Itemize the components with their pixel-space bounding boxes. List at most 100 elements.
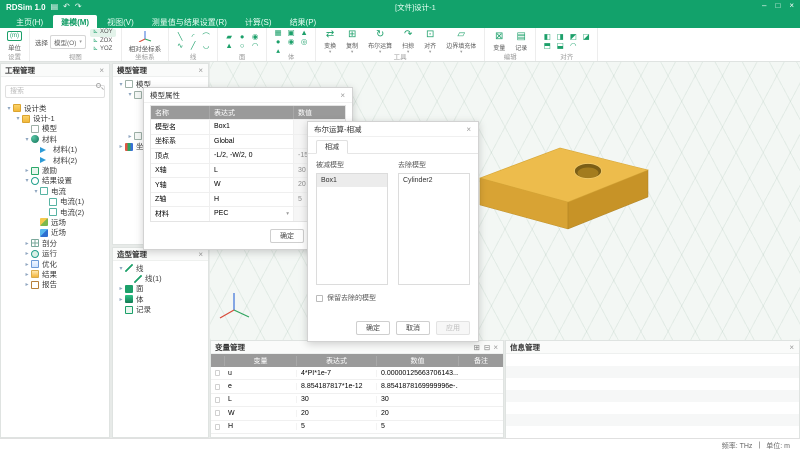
variable-expr-cell[interactable]: 5 — [296, 423, 376, 430]
menu-tab[interactable]: 主页(H) — [8, 15, 51, 28]
line-tool-icon[interactable]: ╲ — [178, 33, 183, 41]
property-expr-cell[interactable]: L — [209, 164, 293, 178]
property-expr-cell[interactable]: W — [209, 178, 293, 192]
solid-tool-icon[interactable]: ▲ — [300, 29, 307, 37]
tab-subtract[interactable]: 相减 — [316, 140, 348, 154]
close-icon[interactable]: × — [465, 125, 472, 134]
face-tool-icon[interactable]: ◉ — [252, 33, 259, 41]
menu-tab[interactable]: 计算(S) — [237, 15, 280, 28]
tree-item[interactable]: ▾ 结果设置 — [1, 176, 109, 186]
search-input[interactable] — [5, 85, 105, 98]
close-icon[interactable]: × — [339, 91, 346, 100]
line-tool-icon[interactable]: ╱ — [191, 42, 196, 50]
ok-button[interactable]: 确定 — [270, 229, 304, 243]
solid-tool-icon[interactable]: ● — [276, 38, 281, 46]
solid-tool-icon[interactable]: ▦ — [275, 29, 282, 37]
menu-tab[interactable]: 视图(V) — [99, 15, 142, 28]
row-checkbox[interactable] — [215, 370, 220, 376]
undo-icon[interactable]: ↶ — [63, 2, 70, 12]
table-row[interactable]: W 20 20 — [211, 407, 503, 420]
tree-item[interactable]: 远场 — [1, 217, 109, 227]
property-expr-cell[interactable]: Box1 — [209, 120, 293, 134]
edit-button[interactable]: ⊠ 变量 — [490, 31, 508, 52]
property-expr-cell[interactable]: Global — [209, 135, 293, 149]
maximize-button[interactable]: □ — [775, 1, 780, 10]
expander-icon[interactable]: ▾ — [5, 105, 13, 112]
tree-item[interactable]: 记录 — [113, 305, 208, 315]
expander-icon[interactable]: ▸ — [23, 261, 31, 268]
expander-icon[interactable]: ▸ — [23, 167, 31, 174]
row-checkbox[interactable] — [215, 424, 220, 430]
tree-item[interactable]: ▾ 设计类 — [1, 103, 109, 113]
align-tool-icon[interactable]: ⬒ — [544, 42, 551, 50]
table-row[interactable]: u 4*PI*1e-7 0.00000125663706143... — [211, 367, 503, 380]
row-checkbox[interactable] — [215, 410, 220, 416]
variable-expr-cell[interactable]: 8.854187817*1e-12 — [296, 383, 376, 390]
expander-icon[interactable]: ▸ — [23, 250, 31, 257]
close-button[interactable]: × — [789, 1, 794, 10]
tree-item[interactable]: ▸ 体 — [113, 294, 208, 304]
align-tool-icon[interactable]: ⬓ — [557, 42, 564, 50]
close-icon[interactable]: × — [788, 343, 795, 352]
tree-item[interactable]: 近场 — [1, 228, 109, 238]
menu-tab[interactable]: 结果(P) — [282, 15, 325, 28]
tree-item[interactable]: 线(1) — [113, 273, 208, 283]
expander-icon[interactable]: ▸ — [23, 271, 31, 278]
remove-model-list[interactable]: Cylinder2 — [398, 173, 470, 285]
line-tool-icon[interactable]: ∿ — [177, 42, 183, 50]
expander-icon[interactable]: ▸ — [126, 133, 134, 140]
solid-tool-icon[interactable]: ▣ — [288, 29, 295, 37]
ok-button[interactable]: 确定 — [356, 321, 390, 335]
align-tool-icon[interactable]: ◧ — [544, 33, 551, 41]
apply-button[interactable]: 应用 — [436, 321, 470, 335]
tree-item[interactable]: ▾ 设计-1 — [1, 113, 109, 123]
table-row[interactable]: e 8.854187817*1e-12 8.8541878169999996e-… — [211, 380, 503, 393]
tree-item[interactable]: ▸ 结果 — [1, 269, 109, 279]
menu-tab[interactable]: 测量值与结果设置(R) — [144, 15, 235, 28]
variable-expr-cell[interactable]: 30 — [296, 396, 376, 403]
expander-icon[interactable]: ▸ — [117, 143, 125, 150]
table-row[interactable]: L 30 30 — [211, 394, 503, 407]
tree-item[interactable]: 模型 — [1, 124, 109, 134]
expander-icon[interactable]: ▾ — [32, 188, 40, 195]
solid-tool-icon[interactable]: ◎ — [301, 38, 308, 46]
align-tool-icon[interactable]: ◠ — [570, 42, 577, 50]
redo-icon[interactable]: ↷ — [75, 2, 82, 12]
align-tool-icon[interactable]: ◨ — [557, 33, 564, 41]
expander-icon[interactable]: ▸ — [23, 281, 31, 288]
tree-item[interactable]: ▸ 剖分 — [1, 238, 109, 248]
expander-icon[interactable]: ▾ — [117, 81, 125, 88]
expander-icon[interactable]: ▾ — [23, 177, 31, 184]
target-model-list[interactable]: Box1 — [316, 173, 388, 285]
add-variable-icon[interactable]: ⊞ — [472, 343, 482, 352]
close-icon[interactable]: × — [492, 343, 499, 352]
unit-button[interactable]: (m) 单位 — [5, 31, 24, 52]
expander-icon[interactable]: ▾ — [23, 136, 31, 143]
face-tool-icon[interactable]: ▰ — [226, 33, 232, 41]
face-tool-icon[interactable]: ● — [240, 33, 245, 41]
minimize-button[interactable]: – — [762, 1, 766, 10]
tree-item[interactable]: 电流(2) — [1, 207, 109, 217]
relative-coordinate-button[interactable]: 相对坐标系 — [127, 30, 164, 53]
line-tool-icon[interactable]: ◡ — [203, 42, 210, 50]
row-checkbox[interactable] — [215, 397, 220, 403]
keep-removed-model-checkbox[interactable] — [316, 295, 323, 302]
solid-tool-icon[interactable]: ◉ — [288, 38, 295, 46]
line-tool-icon[interactable]: ◜ — [192, 33, 195, 41]
tree-item[interactable]: 材料(2) — [1, 155, 109, 165]
align-tool-icon[interactable]: ◩ — [570, 33, 577, 41]
expander-icon[interactable]: ▾ — [117, 265, 125, 272]
tree-item[interactable]: ▾ 电流 — [1, 186, 109, 196]
tree-item[interactable]: ▸ 面 — [113, 284, 208, 294]
variable-expr-cell[interactable]: 20 — [296, 410, 376, 417]
face-tool-icon[interactable]: ▲ — [225, 42, 232, 50]
tree-item[interactable]: ▸ 报告 — [1, 280, 109, 290]
property-expr-cell[interactable]: -L/2, -W/2, 0 — [209, 149, 293, 163]
plane-view-button[interactable]: ⊾ XOY — [90, 29, 116, 37]
property-expr-cell[interactable]: PEC ▾ — [209, 207, 293, 221]
expander-icon[interactable]: ▸ — [23, 240, 31, 247]
variable-expr-cell[interactable]: 4*PI*1e-7 — [296, 370, 376, 377]
tree-item[interactable]: 电流(1) — [1, 197, 109, 207]
list-item[interactable]: Box1 — [317, 174, 387, 187]
list-item[interactable]: Cylinder2 — [399, 174, 469, 187]
